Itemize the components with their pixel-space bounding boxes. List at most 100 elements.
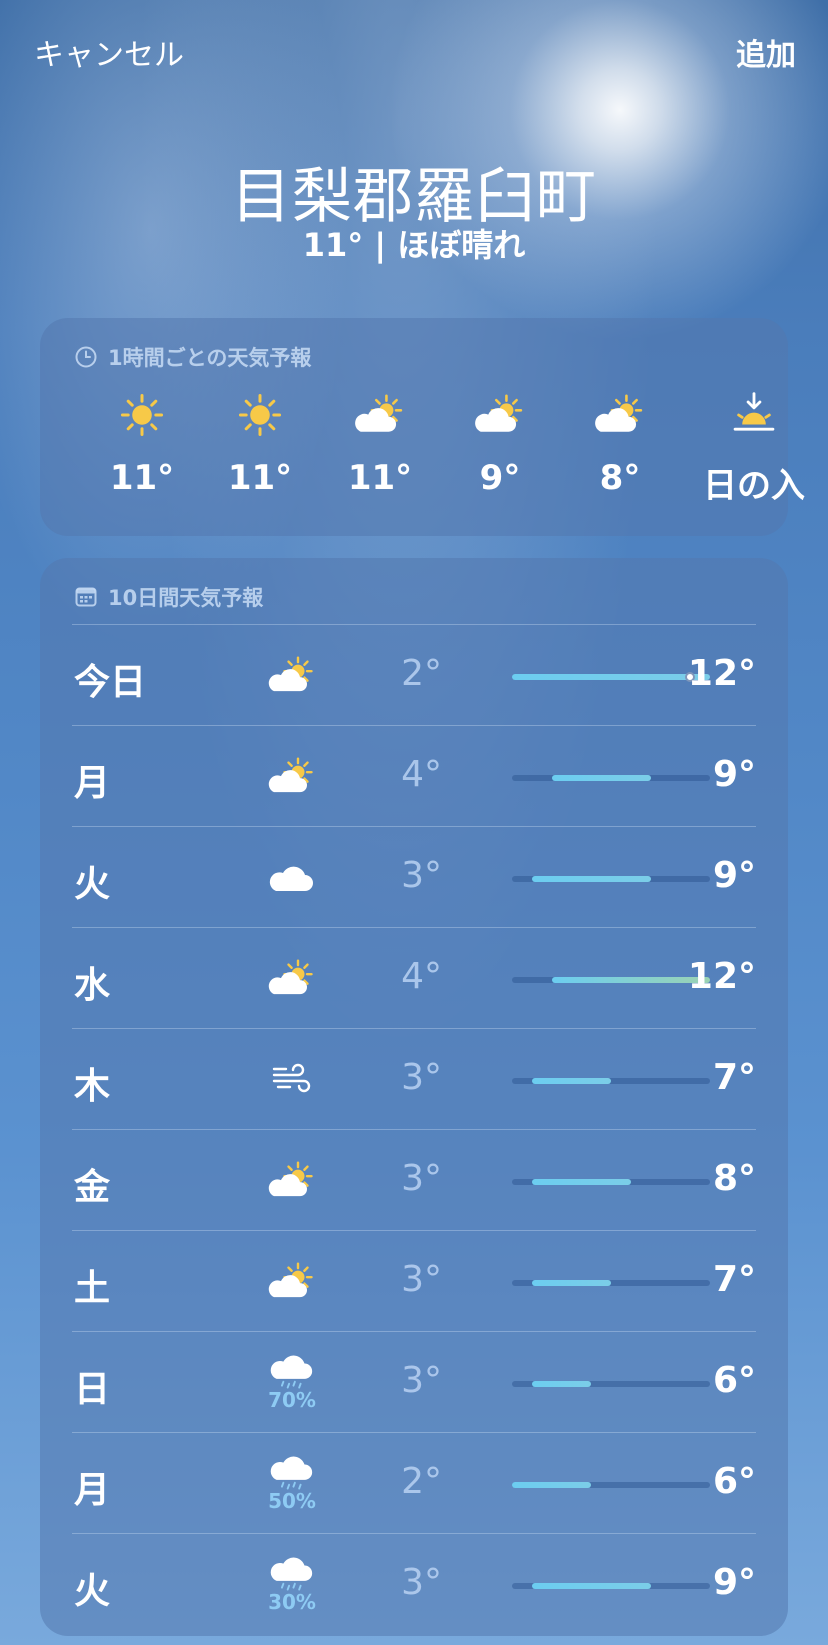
high-temp: 9° xyxy=(712,754,756,795)
rain-icon xyxy=(268,1454,316,1492)
add-button[interactable]: 追加 xyxy=(736,30,796,74)
hourly-forecast-card[interactable]: 1時間ごとの天気予報 11° 11° 11° 9° 8° 日の入 xyxy=(40,318,805,536)
day-label: 火 xyxy=(74,864,111,905)
daily-forecast-card[interactable]: 10日間天気予報 今日 2° 12° 月 4° 9° 火 3° 9° 水 4° … xyxy=(40,558,788,1636)
day-weather xyxy=(248,1029,336,1130)
high-temp: 7° xyxy=(712,1057,756,1098)
hourly-temp: 11° xyxy=(347,458,413,498)
sun-icon xyxy=(82,386,202,444)
low-temp: 2° xyxy=(401,653,442,694)
hourly-item: 11° xyxy=(82,386,202,498)
temp-range-fill xyxy=(531,1381,592,1387)
daily-row[interactable]: 月 50% 2° 6° xyxy=(72,1432,756,1533)
temp-range-fill xyxy=(531,1280,611,1286)
current-summary: 11° | ほぼ晴れ xyxy=(302,226,526,264)
day-weather xyxy=(248,827,336,928)
hourly-item: 11° xyxy=(200,386,320,498)
precip-chance: 30% xyxy=(268,1589,316,1614)
low-temp: 3° xyxy=(401,1158,442,1199)
hourly-forecast-header: 1時間ごとの天気予報 xyxy=(74,342,311,372)
day-weather xyxy=(248,1231,336,1332)
day-label: 今日 xyxy=(74,662,147,703)
temp-range-fill xyxy=(531,876,651,882)
low-temp: 3° xyxy=(401,1360,442,1401)
precip-chance: 50% xyxy=(268,1488,316,1513)
daily-row[interactable]: 火 30% 3° 9° xyxy=(72,1533,756,1634)
low-temp: 4° xyxy=(401,956,442,997)
cloud-icon xyxy=(267,860,317,895)
high-temp: 6° xyxy=(712,1360,756,1401)
daily-forecast-header: 10日間天気予報 xyxy=(74,582,263,612)
low-temp: 3° xyxy=(401,1259,442,1300)
day-label: 土 xyxy=(74,1268,111,1309)
clock-icon xyxy=(74,345,98,369)
hourly-list: 11° 11° 11° 9° 8° 日の入 xyxy=(40,386,805,526)
cancel-button[interactable]: キャンセル xyxy=(34,30,184,74)
daily-row[interactable]: 火 3° 9° xyxy=(72,826,756,927)
high-temp: 9° xyxy=(712,855,756,896)
daily-row[interactable]: 金 3° 8° xyxy=(72,1129,756,1230)
day-weather xyxy=(248,928,336,1029)
hourly-item: 8° xyxy=(560,386,680,498)
sunset-icon xyxy=(694,386,814,444)
partly-cloudy-icon xyxy=(320,386,440,444)
high-temp: 8° xyxy=(712,1158,756,1199)
high-temp: 9° xyxy=(712,1562,756,1603)
day-weather xyxy=(248,1130,336,1231)
partly-cloudy-icon xyxy=(264,1261,320,1301)
rain-icon xyxy=(268,1353,316,1391)
rain-icon xyxy=(268,1555,316,1593)
low-temp: 3° xyxy=(401,1057,442,1098)
high-temp: 12° xyxy=(687,653,756,694)
wind-icon xyxy=(270,1063,314,1096)
partly-cloudy-icon xyxy=(264,756,320,796)
daily-row[interactable]: 今日 2° 12° xyxy=(72,624,756,725)
calendar-icon xyxy=(74,585,98,609)
temp-range-fill xyxy=(531,1179,631,1185)
high-temp: 7° xyxy=(712,1259,756,1300)
temp-range-fill xyxy=(512,1482,592,1488)
day-label: 火 xyxy=(74,1571,111,1612)
hourly-temp: 11° xyxy=(109,458,175,498)
partly-cloudy-icon xyxy=(264,958,320,998)
hourly-temp: 日の入 xyxy=(703,466,805,506)
partly-cloudy-icon xyxy=(440,386,560,444)
daily-row[interactable]: 土 3° 7° xyxy=(72,1230,756,1331)
partly-cloudy-icon xyxy=(264,655,320,695)
day-label: 木 xyxy=(74,1066,111,1107)
low-temp: 3° xyxy=(401,1562,442,1603)
low-temp: 3° xyxy=(401,855,442,896)
high-temp: 12° xyxy=(687,956,756,997)
day-label: 金 xyxy=(74,1167,111,1208)
partly-cloudy-icon xyxy=(264,1160,320,1200)
day-weather xyxy=(248,726,336,827)
low-temp: 4° xyxy=(401,754,442,795)
low-temp: 2° xyxy=(401,1461,442,1502)
day-weather xyxy=(248,625,336,726)
hourly-item: 11° xyxy=(320,386,440,498)
temp-range-fill xyxy=(551,775,651,781)
hourly-temp: 9° xyxy=(479,458,521,498)
daily-row[interactable]: 木 3° 7° xyxy=(72,1028,756,1129)
daily-row[interactable]: 水 4° 12° xyxy=(72,927,756,1028)
daily-row[interactable]: 月 4° 9° xyxy=(72,725,756,826)
temp-range-fill xyxy=(531,1583,651,1589)
day-label: 月 xyxy=(74,763,111,804)
hourly-item: 日の入 xyxy=(694,386,814,507)
daily-list: 今日 2° 12° 月 4° 9° 火 3° 9° 水 4° 12° 木 3° … xyxy=(72,624,756,1634)
sun-icon xyxy=(200,386,320,444)
hourly-temp: 8° xyxy=(599,458,641,498)
day-weather: 30% xyxy=(248,1534,336,1635)
hourly-item: 9° xyxy=(440,386,560,498)
temp-range-fill xyxy=(531,1078,611,1084)
hourly-forecast-title: 1時間ごとの天気予報 xyxy=(108,346,312,370)
precip-chance: 70% xyxy=(268,1387,316,1412)
day-weather: 50% xyxy=(248,1433,336,1534)
high-temp: 6° xyxy=(712,1461,756,1502)
partly-cloudy-icon xyxy=(560,386,680,444)
daily-forecast-title: 10日間天気予報 xyxy=(108,586,264,610)
hourly-temp: 11° xyxy=(227,458,293,498)
daily-row[interactable]: 日 70% 3° 6° xyxy=(72,1331,756,1432)
top-bar: キャンセル 追加 xyxy=(34,30,796,74)
day-label: 日 xyxy=(74,1369,111,1410)
